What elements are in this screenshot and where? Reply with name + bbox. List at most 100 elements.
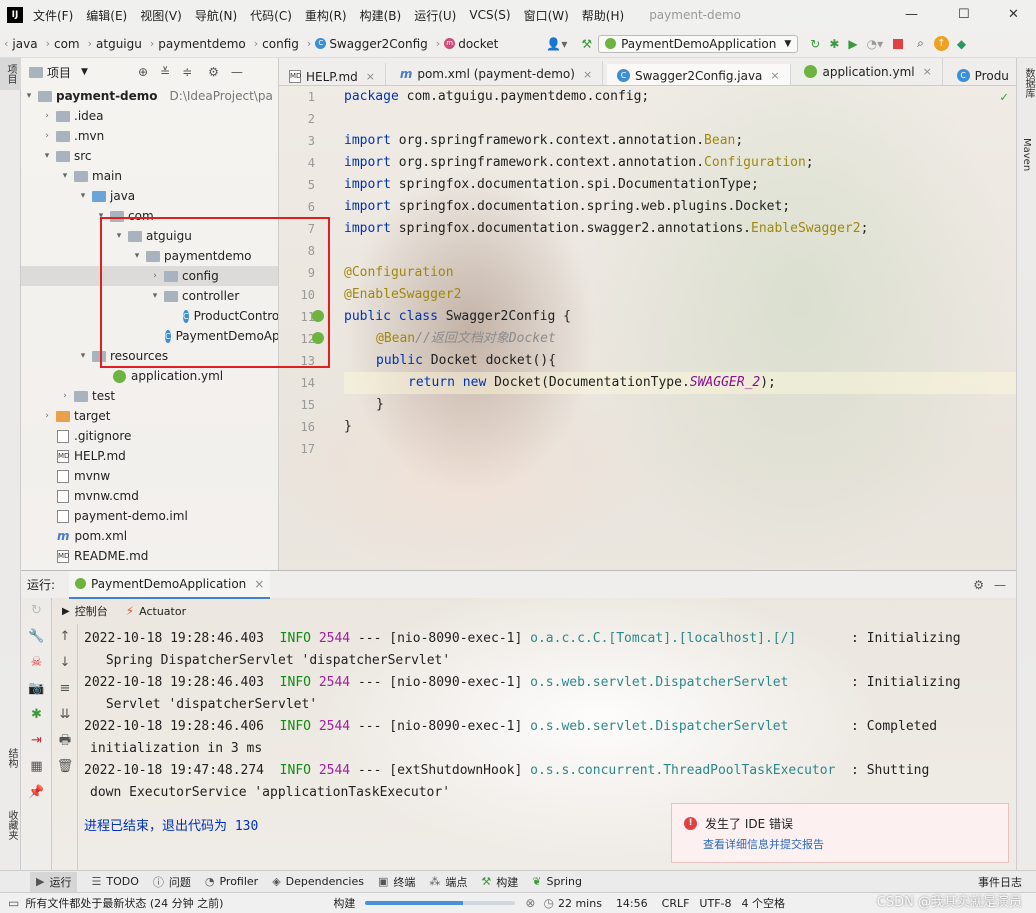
plugin-logo-icon[interactable]: ◆ — [957, 37, 966, 51]
tool-problems[interactable]: ⓘ 问题 — [153, 874, 191, 890]
menu-build[interactable]: 构建(B) — [360, 7, 402, 24]
layout-icon[interactable]: ▦ — [21, 754, 52, 780]
tree-item-gitignore[interactable]: .gitignore — [21, 426, 278, 446]
hide-panel-icon[interactable]: — — [231, 65, 243, 79]
line-separator[interactable]: CRLF — [662, 897, 690, 910]
tool-profiler[interactable]: ◔ Profiler — [205, 875, 258, 888]
menu-file[interactable]: 文件(F) — [33, 7, 73, 24]
indent-setting[interactable]: 4 个空格 — [742, 895, 786, 911]
exit-icon[interactable]: ⇥ — [21, 728, 52, 754]
pin-icon[interactable]: 📌 — [21, 780, 52, 806]
locate-icon[interactable]: ⊕ — [138, 65, 148, 79]
tool-spring[interactable]: ❦ Spring — [532, 875, 582, 888]
gear-icon[interactable]: ⚙ — [208, 65, 219, 79]
caret-position[interactable]: 14:56 — [616, 897, 648, 910]
maven-tool-tab[interactable]: Maven — [1021, 138, 1032, 171]
expand-all-icon[interactable]: ≚ — [160, 65, 170, 79]
rerun-icon[interactable]: ↻ — [21, 598, 52, 624]
arrow-down-icon[interactable]: ↓ — [52, 650, 78, 676]
tab-actuator[interactable]: ⚡ Actuator — [126, 604, 186, 618]
update-icon[interactable]: ↑ — [933, 36, 949, 51]
tool-event-log[interactable]: 事件日志 — [978, 874, 1022, 890]
tree-item-mvnw[interactable]: mvnw — [21, 466, 278, 486]
close-icon[interactable]: × — [366, 70, 375, 83]
hide-panel-icon[interactable]: — — [994, 578, 1006, 592]
debug-icon[interactable]: ✱ — [21, 702, 52, 728]
tab-help-md[interactable]: MD HELP.md × — [279, 63, 386, 85]
wrench-icon[interactable]: 🔧 — [21, 624, 52, 650]
trash-icon[interactable]: 🗑 — [52, 754, 78, 780]
status-message[interactable]: 所有文件都处于最新状态 (24 分钟 之前) — [25, 895, 223, 911]
tool-run[interactable]: ▶ 运行 — [30, 871, 78, 892]
print-icon[interactable]: 🖶 — [52, 728, 78, 754]
search-icon[interactable]: ⌕ — [917, 36, 924, 51]
ide-error-notification[interactable]: ! 发生了 IDE 错误 查看详细信息并提交报告 — [671, 803, 1009, 863]
cancel-build-icon[interactable]: ⊗ — [525, 896, 535, 910]
tab-productcontroller[interactable]: C Produ — [947, 62, 1016, 85]
tree-item-target[interactable]: › target — [21, 406, 278, 426]
menu-vcs[interactable]: VCS(S) — [469, 8, 510, 22]
tree-item-java[interactable]: ▾ java — [21, 186, 278, 206]
structure-tool-tab[interactable]: 结构 — [4, 748, 19, 768]
notification-details-link[interactable]: 查看详细信息并提交报告 — [703, 836, 1008, 852]
tool-todo[interactable]: ☰ TODO — [91, 875, 138, 888]
breadcrumb-docket[interactable]: docket — [458, 37, 498, 51]
collapse-all-icon[interactable]: ≑ — [182, 65, 192, 79]
tab-pom-xml[interactable]: m pom.xml (payment-demo) × — [390, 60, 604, 85]
arrow-up-icon[interactable]: ↑ — [52, 624, 78, 650]
tree-item-idea[interactable]: › .idea — [21, 106, 278, 126]
code-editor[interactable]: ✓ package com.atguigu.paymentdemo.config… — [344, 86, 1016, 570]
close-window-button[interactable]: ✕ — [1008, 7, 1019, 22]
rerun-icon[interactable]: ↻ — [810, 37, 820, 51]
tree-item-mvnw-cmd[interactable]: mvnw.cmd — [21, 486, 278, 506]
profile-icon[interactable]: ◔▾ — [867, 37, 884, 51]
breadcrumb-paymentdemo[interactable]: paymentdemo — [158, 37, 246, 51]
tab-swagger2config-java[interactable]: C Swagger2Config.java × — [606, 63, 791, 85]
menu-refactor[interactable]: 重构(R) — [305, 7, 347, 24]
tree-item-readme-md[interactable]: MD README.md — [21, 546, 278, 566]
tree-item-test[interactable]: › test — [21, 386, 278, 406]
close-icon[interactable]: × — [254, 577, 264, 591]
tab-console[interactable]: ▶ 控制台 — [62, 603, 108, 619]
breadcrumb-swagger2config[interactable]: Swagger2Config — [329, 37, 427, 51]
close-icon[interactable]: × — [923, 65, 932, 78]
minimize-button[interactable]: — — [905, 7, 918, 22]
stop-icon[interactable] — [893, 38, 904, 49]
gear-icon[interactable]: ⚙ — [973, 578, 984, 592]
tree-item-help-md[interactable]: MD HELP.md — [21, 446, 278, 466]
chevron-down-icon[interactable]: ▼ — [81, 67, 88, 77]
close-icon[interactable]: × — [583, 68, 592, 81]
menu-help[interactable]: 帮助(H) — [582, 7, 624, 24]
breadcrumb-atguigu[interactable]: atguigu — [96, 37, 142, 51]
database-tool-tab[interactable]: 数据库 — [1021, 68, 1036, 98]
breadcrumb-com[interactable]: com — [54, 37, 80, 51]
close-icon[interactable]: × — [770, 69, 779, 82]
tree-item-payment-demo[interactable]: ▾ payment-demo D:\IdeaProject\pa — [21, 86, 278, 106]
breadcrumb-config[interactable]: config — [262, 37, 299, 51]
tool-dependencies[interactable]: ◈ Dependencies — [272, 875, 364, 888]
maximize-button[interactable]: ☐ — [958, 7, 970, 22]
tool-endpoints[interactable]: ⁂ 端点 — [429, 874, 467, 890]
tree-item-pom-xml[interactable]: m pom.xml — [21, 526, 278, 546]
stop-icon[interactable]: ☠ — [21, 650, 52, 676]
menu-window[interactable]: 窗口(W) — [524, 7, 569, 24]
breadcrumb-java[interactable]: java — [12, 37, 37, 51]
tree-item-payment-demo-iml[interactable]: payment-demo.iml — [21, 506, 278, 526]
project-panel-title[interactable]: 项目 — [47, 64, 71, 81]
tree-item-src[interactable]: ▾ src — [21, 146, 278, 166]
tree-item-mvn[interactable]: › .mvn — [21, 126, 278, 146]
soft-wrap-icon[interactable]: ≡ — [52, 676, 78, 702]
menu-edit[interactable]: 编辑(E) — [86, 7, 127, 24]
user-icon[interactable]: 👤▾ — [546, 37, 567, 51]
tree-item-main[interactable]: ▾ main — [21, 166, 278, 186]
tool-build[interactable]: ⚒ 构建 — [481, 874, 518, 890]
tab-application-yml[interactable]: application.yml × — [794, 58, 943, 85]
camera-icon[interactable]: 📷 — [21, 676, 52, 702]
run-tab-paymentdemoapplication[interactable]: PaymentDemoApplication × — [69, 570, 271, 599]
tool-terminal[interactable]: ▣ 终端 — [378, 874, 415, 890]
file-encoding[interactable]: UTF-8 — [699, 897, 731, 910]
coverage-icon[interactable]: ▶ — [848, 37, 857, 51]
scroll-to-end-icon[interactable]: ⇊ — [52, 702, 78, 728]
hammer-build-icon[interactable]: ⚒ — [581, 37, 592, 51]
menu-navigate[interactable]: 导航(N) — [195, 7, 237, 24]
